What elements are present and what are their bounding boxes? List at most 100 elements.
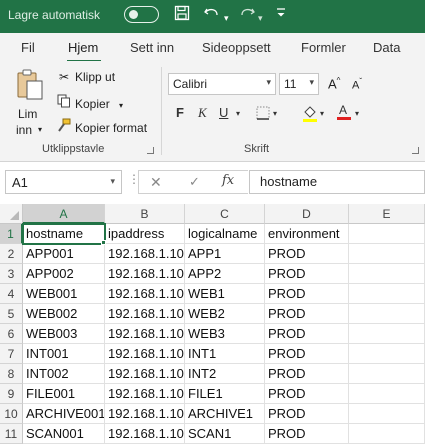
fill-color-icon[interactable] [302,105,318,126]
cell-a11[interactable]: SCAN001 [23,424,105,444]
row-header[interactable]: 11 [0,424,23,444]
chevron-down-icon[interactable]: ▾ [355,109,359,118]
row-header[interactable]: 6 [0,324,23,344]
cell-a2[interactable]: APP001 [23,244,105,264]
row-header[interactable]: 7 [0,344,23,364]
fill-handle[interactable] [101,240,106,245]
cell-d7[interactable]: PROD [265,344,349,364]
cell-a9[interactable]: FILE001 [23,384,105,404]
cell-d9[interactable]: PROD [265,384,349,404]
column-header-b[interactable]: B [105,204,185,224]
chevron-down-icon[interactable]: ▾ [236,109,240,118]
cell-e5[interactable] [349,304,425,324]
cell-d6[interactable]: PROD [265,324,349,344]
save-icon[interactable] [174,5,190,27]
column-header-c[interactable]: C [185,204,265,224]
cut-button[interactable]: ✂ Klipp ut [56,70,115,84]
cell-a4[interactable]: WEB001 [23,284,105,304]
format-painter-button[interactable]: Kopier format [56,118,147,135]
cell-b1[interactable]: ipaddress [105,224,185,244]
formula-input[interactable]: hostname [249,170,425,194]
cell-e6[interactable] [349,324,425,344]
cell-c11[interactable]: SCAN1 [185,424,265,444]
row-header[interactable]: 3 [0,264,23,284]
tab-hjem[interactable]: Hjem [68,40,98,55]
cell-e8[interactable] [349,364,425,384]
row-header[interactable]: 1 [0,224,23,244]
grow-font-button[interactable]: A^ [328,76,340,91]
cell-e4[interactable] [349,284,425,304]
insert-function-button[interactable]: fx [222,173,234,188]
row-header[interactable]: 5 [0,304,23,324]
cell-d10[interactable]: PROD [265,404,349,424]
chevron-down-icon[interactable]: ▾ [320,109,324,118]
cell-b8[interactable]: 192.168.1.100 [105,364,185,384]
cell-e11[interactable] [349,424,425,444]
cell-e3[interactable] [349,264,425,284]
redo-dropdown-icon[interactable]: ▾ [258,8,263,28]
row-header[interactable]: 10 [0,404,23,424]
row-header[interactable]: 9 [0,384,23,404]
italic-button[interactable]: K [198,105,207,121]
cell-d11[interactable]: PROD [265,424,349,444]
select-all-button[interactable] [0,204,23,224]
cell-a1[interactable]: hostname [22,223,106,245]
undo-icon[interactable] [203,5,221,27]
cell-a8[interactable]: INT002 [23,364,105,384]
tab-formler[interactable]: Formler [301,40,346,55]
cell-b5[interactable]: 192.168.1.103 [105,304,185,324]
autosave-toggle[interactable] [124,6,159,23]
tab-sett-inn[interactable]: Sett inn [130,40,174,55]
cell-e9[interactable] [349,384,425,404]
cell-e7[interactable] [349,344,425,364]
cell-c7[interactable]: INT1 [185,344,265,364]
cell-d5[interactable]: PROD [265,304,349,324]
cancel-entry-icon[interactable]: ✕ [150,174,162,191]
cell-c10[interactable]: ARCHIVE1 [185,404,265,424]
font-name-combo[interactable]: Calibri ▾ [168,73,276,95]
cell-a6[interactable]: WEB003 [23,324,105,344]
column-header-a[interactable]: A [23,204,105,224]
cell-d2[interactable]: PROD [265,244,349,264]
shrink-font-button[interactable]: Aˇ [352,77,362,92]
row-header[interactable]: 2 [0,244,23,264]
cell-c4[interactable]: WEB1 [185,284,265,304]
cell-c1[interactable]: logicalname [185,224,265,244]
chevron-down-icon[interactable]: ▾ [273,109,277,118]
bold-button[interactable]: F [176,105,184,120]
cell-d3[interactable]: PROD [265,264,349,284]
cell-c9[interactable]: FILE1 [185,384,265,404]
underline-button[interactable]: U [219,105,228,120]
tab-data[interactable]: Data [373,40,400,55]
undo-dropdown-icon[interactable]: ▾ [224,8,229,28]
cell-e1[interactable] [349,224,425,244]
cell-b9[interactable]: 192.168.1.101 [105,384,185,404]
column-header-e[interactable]: E [349,204,425,224]
cell-b3[interactable]: 192.168.1.108 [105,264,185,284]
cell-b4[interactable]: 192.168.1.102 [105,284,185,304]
cell-d1[interactable]: environment [265,224,349,244]
cell-e10[interactable] [349,404,425,424]
cell-d4[interactable]: PROD [265,284,349,304]
customize-qat-icon[interactable] [276,6,286,26]
cell-c8[interactable]: INT2 [185,364,265,384]
cell-c5[interactable]: WEB2 [185,304,265,324]
borders-icon[interactable] [256,106,270,123]
chevron-down-icon[interactable]: ▾ [119,101,123,110]
confirm-entry-icon[interactable]: ✓ [189,174,200,190]
cell-b10[interactable]: 192.168.1.109 [105,404,185,424]
cell-e2[interactable] [349,244,425,264]
cell-a5[interactable]: WEB002 [23,304,105,324]
copy-button[interactable]: Kopier ▾ [56,94,123,111]
cell-b6[interactable]: 192.168.1.104 [105,324,185,344]
cell-c3[interactable]: APP2 [185,264,265,284]
font-dialog-launcher[interactable] [412,147,419,154]
paste-button[interactable]: Lim inn ▾ [12,67,48,137]
tab-fil[interactable]: Fil [21,40,35,55]
column-header-d[interactable]: D [265,204,349,224]
cell-a3[interactable]: APP002 [23,264,105,284]
row-header[interactable]: 4 [0,284,23,304]
row-header[interactable]: 8 [0,364,23,384]
cell-b11[interactable]: 192.168.1.109 [105,424,185,444]
redo-icon[interactable] [238,5,256,27]
